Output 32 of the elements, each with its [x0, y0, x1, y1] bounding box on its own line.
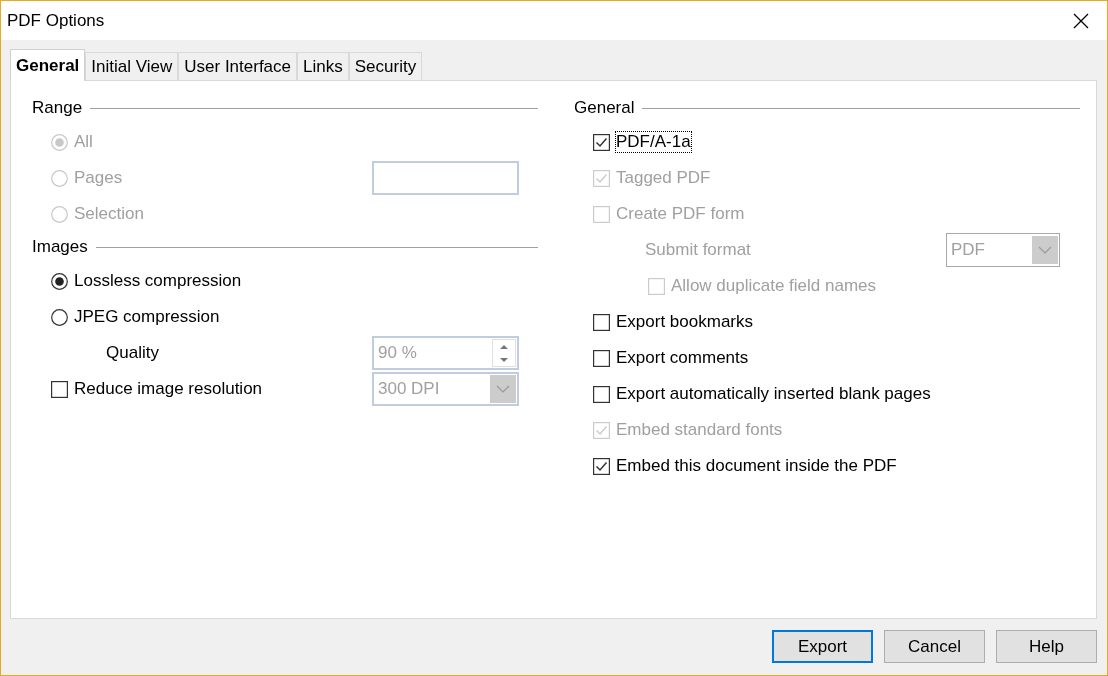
checkbox[interactable] — [593, 385, 610, 403]
tab[interactable]: Links — [297, 52, 349, 80]
section-heading: Range — [32, 98, 83, 118]
radio-label[interactable]: Lossless compression — [74, 271, 242, 291]
chevron-down-icon — [496, 385, 510, 393]
radio-label[interactable]: JPEG compression — [74, 307, 220, 327]
checkbox-label[interactable]: PDF/A-1a — [616, 132, 691, 152]
radio-button[interactable] — [51, 308, 68, 326]
checkbox[interactable] — [593, 349, 610, 367]
checkbox[interactable] — [593, 313, 610, 331]
tab[interactable]: General — [10, 49, 86, 81]
dialog-button[interactable]: Cancel — [884, 630, 985, 663]
tab[interactable]: Security — [348, 52, 423, 80]
checkbox-label[interactable]: Export bookmarks — [616, 312, 753, 332]
field-label: Quality — [106, 343, 159, 363]
checkbox[interactable] — [593, 457, 610, 475]
dialog-button[interactable]: Help — [996, 630, 1097, 663]
checkbox-label[interactable]: Export comments — [616, 348, 749, 368]
window-title: PDF Options — [7, 10, 105, 31]
radio-button[interactable] — [51, 272, 68, 290]
checkbox-label[interactable]: Export automatically inserted blank pages — [616, 384, 931, 404]
checkbox[interactable] — [593, 133, 610, 151]
section-heading: General — [574, 98, 635, 118]
tab[interactable]: Initial View — [85, 52, 179, 80]
dialog-button[interactable]: Export — [772, 630, 873, 663]
field-label: Submit format — [645, 240, 751, 260]
section-heading: Images — [32, 237, 88, 257]
checkbox-label[interactable]: Embed this document inside the PDF — [616, 456, 897, 476]
checkbox-label[interactable]: Reduce image resolution — [74, 379, 263, 399]
checkbox[interactable] — [51, 380, 68, 398]
tab[interactable]: User Interface — [178, 52, 298, 80]
chevron-down-icon — [1038, 246, 1052, 254]
